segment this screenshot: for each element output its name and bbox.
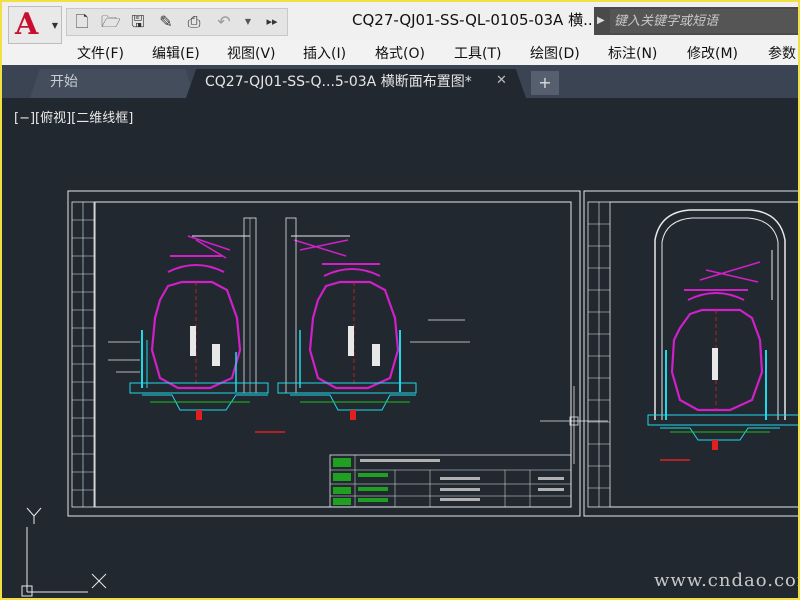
ucs-icon xyxy=(21,507,107,597)
crosshair-cursor xyxy=(540,386,608,464)
tunnel-section-right xyxy=(277,217,470,420)
chevron-down-icon: ▼ xyxy=(51,21,58,30)
application-menu-button[interactable]: A ▼ xyxy=(8,6,62,44)
title-block xyxy=(329,454,572,508)
sheet-1 xyxy=(67,190,581,517)
autocad-logo-icon: A xyxy=(15,7,39,42)
drawing-canvas[interactable] xyxy=(0,0,800,600)
watermark: www.cndao.com xyxy=(654,570,800,591)
sheet-2 xyxy=(583,190,800,517)
tunnel-section-left xyxy=(108,217,285,433)
